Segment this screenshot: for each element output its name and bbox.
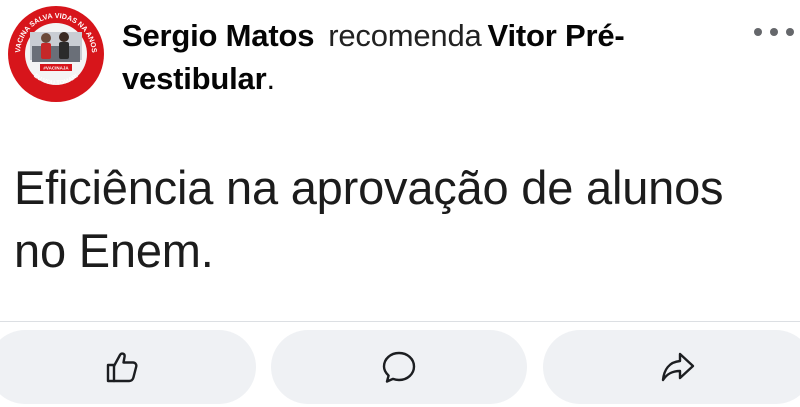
post-header: Sergio Matos recomenda Vitor Pré-vestibula… bbox=[122, 14, 712, 100]
avatar-image: #VACINAJA VACINA SALVA VIDAS NA ANOS EU … bbox=[9, 7, 103, 101]
post-body-text: Eficiência na aprovação de alunos no Ene… bbox=[14, 161, 724, 277]
more-horizontal-icon bbox=[754, 28, 762, 36]
more-horizontal-icon-dot bbox=[770, 28, 778, 36]
recommendation-verb: recomenda bbox=[328, 18, 482, 53]
actions-divider bbox=[0, 321, 800, 322]
like-button[interactable] bbox=[0, 330, 256, 404]
header-period: . bbox=[266, 61, 275, 96]
comment-bubble-icon bbox=[382, 351, 416, 383]
share-button[interactable] bbox=[543, 330, 800, 404]
avatar-badge-text: #VACINAJA bbox=[43, 66, 69, 71]
author-avatar[interactable]: #VACINAJA VACINA SALVA VIDAS NA ANOS EU … bbox=[8, 6, 104, 102]
post-card: #VACINAJA VACINA SALVA VIDAS NA ANOS EU … bbox=[0, 0, 800, 407]
share-arrow-icon bbox=[661, 352, 695, 382]
author-name-link[interactable]: Sergio Matos bbox=[122, 18, 314, 53]
comment-button[interactable] bbox=[271, 330, 527, 404]
thumbs-up-icon bbox=[106, 352, 138, 383]
more-horizontal-icon-dot bbox=[786, 28, 794, 36]
more-options-button[interactable] bbox=[754, 20, 794, 44]
